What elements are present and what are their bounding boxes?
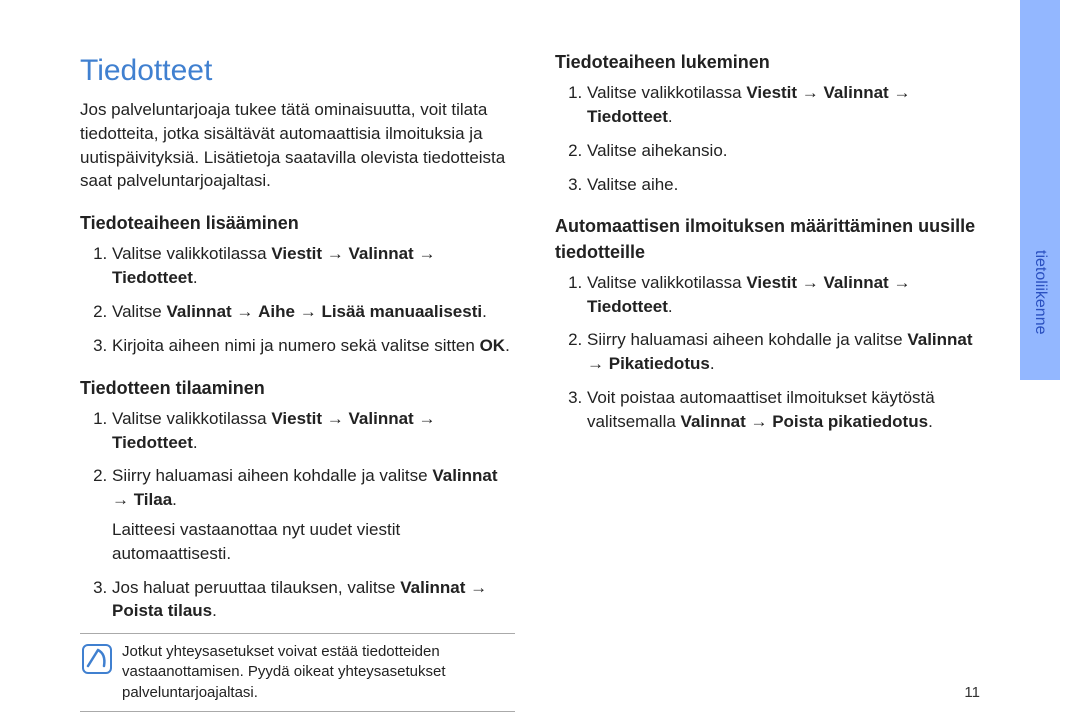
- note-icon: [82, 644, 112, 680]
- subheading-auto: Automaattisen ilmoituksen määrittäminen …: [555, 214, 990, 264]
- list-item: Valitse aihe.: [587, 173, 990, 197]
- info-note-text: Jotkut yhteysasetukset voivat estää tied…: [122, 642, 513, 703]
- list-item: Voit poistaa automaattiset ilmoitukset k…: [587, 386, 990, 434]
- list-item: Valitse valikkotilassa Viestit → Valinna…: [112, 407, 515, 455]
- list-item: Valitse valikkotilassa Viestit → Valinna…: [587, 81, 990, 129]
- list-item: Siirry haluamasi aiheen kohdalle ja vali…: [587, 328, 990, 376]
- list-item: Valitse aihekansio.: [587, 139, 990, 163]
- list-item: Valitse valikkotilassa Viestit → Valinna…: [587, 271, 990, 319]
- side-tab: tietoliikenne: [1020, 0, 1060, 721]
- list-item: Valitse Valinnat → Aihe → Lisää manuaali…: [112, 300, 515, 324]
- list-item: Valitse valikkotilassa Viestit → Valinna…: [112, 242, 515, 290]
- subheading-add: Tiedoteaiheen lisääminen: [80, 211, 515, 236]
- info-note-box: Jotkut yhteysasetukset voivat estää tied…: [80, 633, 515, 712]
- list-order: Valitse valikkotilassa Viestit → Valinna…: [80, 407, 515, 623]
- list-auto: Valitse valikkotilassa Viestit → Valinna…: [555, 271, 990, 434]
- main-heading: Tiedotteet: [80, 50, 515, 92]
- subheading-read: Tiedoteaiheen lukeminen: [555, 50, 990, 75]
- list-item: Siirry haluamasi aiheen kohdalle ja vali…: [112, 464, 515, 565]
- side-tab-label: tietoliikenne: [1031, 250, 1049, 335]
- subheading-order: Tiedotteen tilaaminen: [80, 376, 515, 401]
- page-number: 11: [964, 684, 980, 701]
- page-content: Tiedotteet Jos palveluntarjoaja tukee tä…: [0, 0, 1020, 721]
- list-read: Valitse valikkotilassa Viestit → Valinna…: [555, 81, 990, 196]
- list-item: Jos haluat peruuttaa tilauksen, valitse …: [112, 576, 515, 624]
- intro-paragraph: Jos palveluntarjoaja tukee tätä ominaisu…: [80, 98, 515, 193]
- list-item: Kirjoita aiheen nimi ja numero sekä vali…: [112, 334, 515, 358]
- list-add: Valitse valikkotilassa Viestit → Valinna…: [80, 242, 515, 357]
